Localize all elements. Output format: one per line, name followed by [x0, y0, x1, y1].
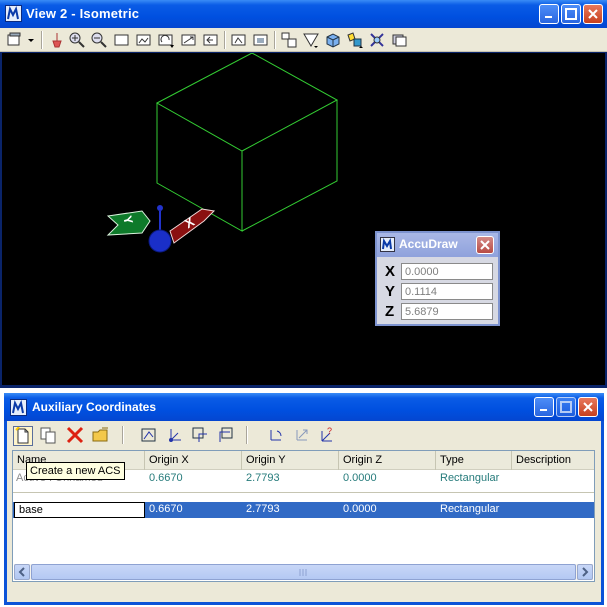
horizontal-scrollbar[interactable] — [14, 564, 593, 580]
aux-title: Auxiliary Coordinates — [32, 400, 157, 414]
accudraw-triad — [106, 205, 216, 253]
accudraw-y-row: Y 0.1114 — [383, 283, 495, 300]
open-folder-icon[interactable] — [92, 426, 112, 446]
scroll-left-icon[interactable] — [14, 564, 30, 580]
chevron-down-icon[interactable] — [26, 31, 36, 49]
col-type[interactable]: Type — [436, 451, 512, 470]
accudraw-title: AccuDraw — [399, 237, 458, 251]
cell-origin-y: 2.7793 — [246, 503, 280, 515]
zoom-in-icon[interactable] — [68, 31, 86, 49]
viewport-canvas[interactable]: Y X — [2, 53, 605, 385]
name-edit-field[interactable]: base — [14, 502, 145, 518]
define-acs-by-view-icon[interactable] — [191, 426, 211, 446]
col-origin-x[interactable]: Origin X — [145, 451, 242, 470]
camera-icon[interactable] — [346, 31, 364, 49]
update-view-icon[interactable] — [48, 31, 66, 49]
x-field[interactable]: 0.0000 — [401, 263, 493, 280]
select-acs-icon[interactable]: ? — [318, 426, 338, 446]
x-label: X — [385, 263, 396, 280]
render-icon[interactable] — [324, 31, 342, 49]
move-acs-icon[interactable] — [293, 426, 313, 446]
cell-origin-z: 0.0000 — [343, 472, 377, 484]
svg-text:?: ? — [327, 426, 332, 436]
zoom-out-icon[interactable] — [90, 31, 108, 49]
accudraw-x-row: X 0.0000 — [383, 263, 495, 280]
define-acs-by-points-icon[interactable] — [165, 426, 185, 446]
cell-origin-x: 0.6670 — [149, 503, 183, 515]
wireframe-cube — [155, 53, 339, 232]
close-icon[interactable] — [583, 4, 603, 24]
fit-view-icon[interactable] — [135, 31, 153, 49]
new-acs-button[interactable] — [13, 426, 33, 446]
cell-origin-z: 0.0000 — [343, 503, 377, 515]
display-style-icon[interactable] — [302, 31, 320, 49]
minimize-icon[interactable] — [539, 4, 559, 24]
view-previous-icon[interactable] — [202, 31, 220, 49]
accudraw-z-row: Z 5.6879 — [383, 303, 495, 320]
view-attributes-icon[interactable] — [6, 31, 24, 49]
z-label: Z — [385, 303, 395, 320]
table-row[interactable]: base 0.6670 2.7793 0.0000 Rectangular — [13, 502, 594, 518]
z-field[interactable]: 5.6879 — [401, 303, 493, 320]
cell-type: Rectangular — [440, 503, 500, 515]
view-titlebar[interactable]: View 2 - Isometric — [0, 0, 607, 28]
copy-acs-icon[interactable] — [39, 426, 59, 446]
microstation-logo-icon — [10, 399, 27, 416]
aux-titlebar[interactable]: Auxiliary Coordinates — [4, 393, 604, 421]
y-label: Y — [385, 283, 396, 300]
define-acs-aligned-icon[interactable] — [216, 426, 236, 446]
aux-coordinates-dialog: Auxiliary Coordinates ? Name Origin X Or… — [4, 393, 604, 605]
maximize-icon[interactable] — [561, 4, 581, 24]
copy-view-icon[interactable] — [252, 31, 270, 49]
view-window: View 2 - Isometric Y X — [0, 0, 607, 388]
scroll-right-icon[interactable] — [577, 564, 593, 580]
delete-acs-icon[interactable] — [66, 426, 86, 446]
cell-origin-y: 2.7793 — [246, 472, 280, 484]
view-title: View 2 - Isometric — [26, 6, 140, 21]
aux-toolbar: ? — [10, 423, 600, 449]
pan-view-icon[interactable] — [180, 31, 198, 49]
cell-origin-x: 0.6670 — [149, 472, 183, 484]
saved-views-icon[interactable] — [390, 31, 408, 49]
view-settings-icon[interactable] — [368, 31, 386, 49]
cell-type: Rectangular — [440, 472, 500, 484]
view-next-icon[interactable] — [230, 31, 248, 49]
col-origin-y[interactable]: Origin Y — [242, 451, 339, 470]
new-acs-tooltip: Create a new ACS — [26, 462, 125, 480]
maximize-icon[interactable] — [556, 397, 576, 417]
col-origin-z[interactable]: Origin Z — [339, 451, 436, 470]
col-description[interactable]: Description — [512, 451, 596, 470]
close-icon[interactable] — [476, 236, 494, 254]
rotate-view-icon[interactable] — [157, 31, 175, 49]
minimize-icon[interactable] — [534, 397, 554, 417]
accudraw-dialog: AccuDraw X 0.0000 Y 0.1114 Z 5.6879 — [375, 231, 500, 326]
microstation-logo-icon — [5, 5, 22, 22]
accudraw-titlebar[interactable]: AccuDraw — [377, 233, 498, 257]
view-toolbar — [0, 28, 607, 52]
scrollbar-thumb[interactable] — [31, 564, 576, 580]
clip-volume-icon[interactable] — [280, 31, 298, 49]
close-icon[interactable] — [578, 397, 598, 417]
define-acs-by-element-icon[interactable] — [140, 426, 160, 446]
y-field[interactable]: 0.1114 — [401, 283, 493, 300]
window-area-icon[interactable] — [113, 31, 131, 49]
microstation-logo-icon — [380, 237, 395, 252]
rotate-acs-icon[interactable] — [267, 426, 287, 446]
